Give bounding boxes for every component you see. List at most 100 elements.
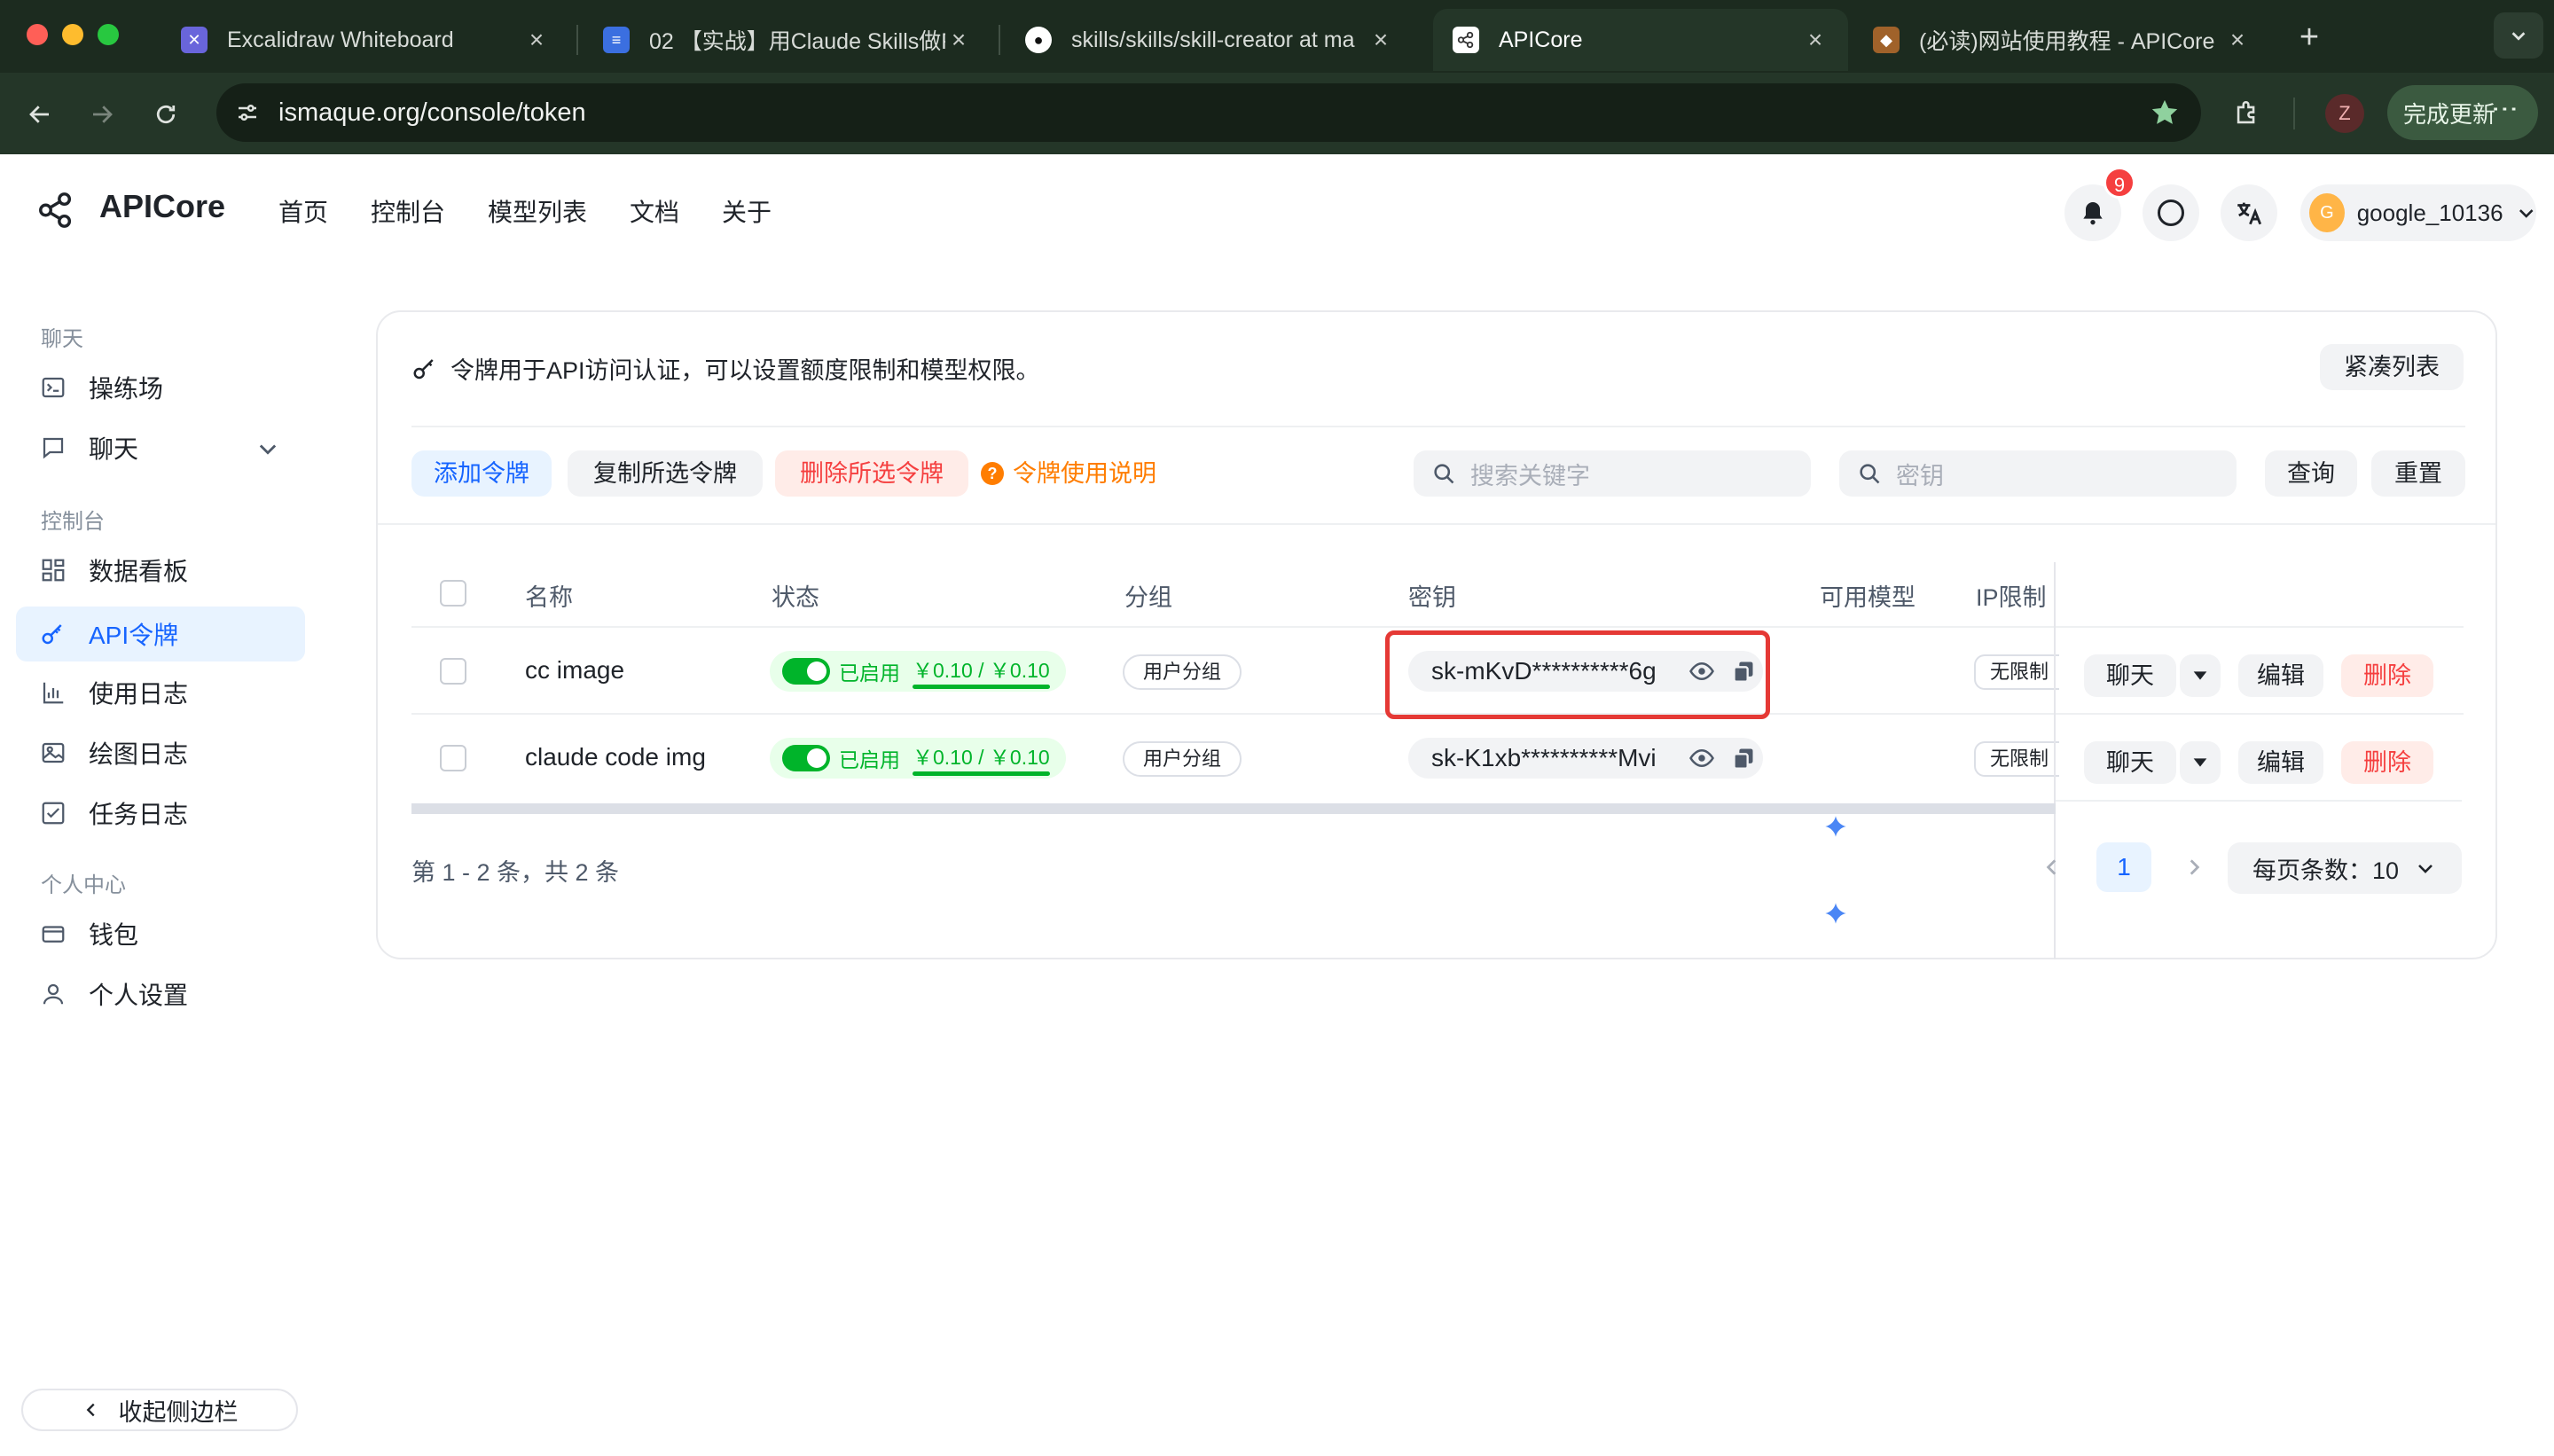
sidebar-item-playground[interactable]: 操练场 bbox=[16, 360, 305, 415]
add-token-button[interactable]: 添加令牌 bbox=[411, 450, 552, 497]
sidebar-item-chat[interactable]: 聊天 bbox=[16, 420, 305, 475]
column-header-status[interactable]: 状态 bbox=[772, 578, 819, 613]
sidebar-item-usage-logs[interactable]: 使用日志 bbox=[16, 665, 305, 720]
sidebar-item-wallet[interactable]: 钱包 bbox=[16, 906, 305, 961]
maximize-window-button[interactable] bbox=[98, 24, 119, 45]
chat-dropdown-button[interactable] bbox=[2180, 654, 2221, 697]
keyword-search-input[interactable]: 搜索关键字 bbox=[1414, 450, 1811, 497]
tab-search-button[interactable] bbox=[2494, 12, 2543, 59]
next-page-button[interactable] bbox=[2178, 851, 2210, 883]
chat-dropdown-button[interactable] bbox=[2180, 741, 2221, 784]
copy-selected-button[interactable]: 复制所选令牌 bbox=[568, 450, 763, 497]
site-info-icon[interactable] bbox=[234, 99, 261, 126]
minimize-window-button[interactable] bbox=[62, 24, 83, 45]
tab-separator bbox=[999, 25, 1000, 55]
key-search-input[interactable]: 密钥 bbox=[1839, 450, 2237, 497]
sidebar-item-settings[interactable]: 个人设置 bbox=[16, 967, 305, 1022]
delete-button[interactable]: 删除 bbox=[2341, 654, 2433, 697]
enable-toggle[interactable] bbox=[782, 658, 830, 685]
close-window-button[interactable] bbox=[27, 24, 48, 45]
bookmark-star-icon[interactable] bbox=[2150, 98, 2180, 128]
sidebar-group-label: 聊天 bbox=[41, 327, 83, 351]
edit-button[interactable]: 编辑 bbox=[2238, 654, 2323, 697]
nav-console[interactable]: 控制台 bbox=[371, 193, 445, 229]
page-size-select[interactable]: 每页条数：10 bbox=[2228, 842, 2462, 894]
extensions-button[interactable] bbox=[2224, 90, 2270, 137]
gemini-model-icon[interactable] bbox=[1823, 814, 1848, 839]
status-text: 已启用 bbox=[839, 661, 900, 685]
chevron-down-icon bbox=[2418, 865, 2433, 873]
new-tab-button[interactable]: + bbox=[2286, 14, 2332, 60]
enable-toggle[interactable] bbox=[782, 745, 830, 771]
copy-icon[interactable] bbox=[1731, 746, 1756, 771]
nav-docs[interactable]: 文档 bbox=[630, 193, 679, 229]
row-checkbox[interactable] bbox=[440, 745, 466, 771]
gemini-model-icon[interactable] bbox=[1823, 901, 1848, 926]
query-button[interactable]: 查询 bbox=[2265, 450, 2357, 497]
language-button[interactable] bbox=[2221, 184, 2277, 241]
api-key-field[interactable]: sk-K1xb**********Mvi bbox=[1408, 738, 1763, 779]
nav-about[interactable]: 关于 bbox=[722, 193, 772, 229]
quota-progress: ￥0.10 / ￥0.10 bbox=[913, 740, 1050, 776]
table-horizontal-scrollbar[interactable] bbox=[411, 803, 2056, 814]
delete-selected-button[interactable]: 删除所选令牌 bbox=[775, 450, 968, 497]
browser-tab-bar: ✕ Excalidraw Whiteboard × ≡ 02 【实战】用Clau… bbox=[0, 0, 2554, 73]
update-button[interactable]: 完成更新 ⋮ bbox=[2387, 85, 2538, 140]
browser-tab[interactable]: ≡ 02 【实战】用Claude Skills做F × bbox=[584, 9, 991, 71]
chevron-down-icon[interactable] bbox=[255, 436, 280, 461]
user-avatar: G bbox=[2309, 193, 2345, 232]
prev-page-button[interactable] bbox=[2036, 851, 2068, 883]
column-header-ip[interactable]: IP限制 bbox=[1976, 578, 2047, 613]
reset-button[interactable]: 重置 bbox=[2371, 450, 2465, 497]
chat-button[interactable]: 聊天 bbox=[2084, 654, 2176, 697]
doc-icon: ≡ bbox=[603, 27, 630, 53]
column-header-group[interactable]: 分组 bbox=[1124, 578, 1172, 613]
profile-avatar[interactable]: Z bbox=[2325, 94, 2364, 133]
close-tab-icon[interactable]: × bbox=[1367, 26, 1394, 54]
sidebar-item-api-tokens[interactable]: API令牌 bbox=[16, 607, 305, 661]
help-label: 令牌使用说明 bbox=[1013, 460, 1156, 487]
row-checkbox[interactable] bbox=[440, 658, 466, 685]
sidebar-item-drawing-logs[interactable]: 绘图日志 bbox=[16, 725, 305, 780]
caret-down-icon bbox=[2193, 758, 2207, 767]
delete-button[interactable]: 删除 bbox=[2341, 741, 2433, 784]
page-1-button[interactable]: 1 bbox=[2096, 842, 2151, 892]
sidebar-item-task-logs[interactable]: 任务日志 bbox=[16, 786, 305, 841]
compact-list-button[interactable]: 紧凑列表 bbox=[2320, 344, 2464, 390]
chat-button[interactable]: 聊天 bbox=[2084, 741, 2176, 784]
brand-name[interactable]: APICore bbox=[99, 188, 225, 225]
theme-toggle-button[interactable] bbox=[2143, 184, 2199, 241]
logo-icon[interactable] bbox=[35, 190, 76, 231]
browser-tab[interactable]: ✕ Excalidraw Whiteboard × bbox=[161, 9, 569, 71]
nav-home[interactable]: 首页 bbox=[278, 193, 328, 229]
more-icon[interactable]: ⋮ bbox=[2489, 96, 2520, 122]
eye-icon[interactable] bbox=[1688, 745, 1715, 771]
close-tab-icon[interactable]: × bbox=[945, 26, 972, 54]
back-button[interactable] bbox=[18, 92, 62, 137]
sidebar-item-label: 钱包 bbox=[89, 921, 139, 949]
token-help-link[interactable]: ? 令牌使用说明 bbox=[981, 450, 1156, 497]
reload-button[interactable] bbox=[144, 92, 188, 137]
quota-progress: ￥0.10 / ￥0.10 bbox=[913, 654, 1050, 689]
column-header-models[interactable]: 可用模型 bbox=[1820, 578, 1916, 613]
address-bar[interactable]: ismaque.org/console/token bbox=[216, 83, 2201, 142]
browser-tab[interactable]: ◆ (必读)网站使用教程 - APICore × bbox=[1853, 9, 2270, 71]
user-menu[interactable]: G google_10136 bbox=[2300, 184, 2536, 241]
nav-models[interactable]: 模型列表 bbox=[488, 193, 587, 229]
browser-tab[interactable]: ● skills/skills/skill-creator at ma × bbox=[1006, 9, 1414, 71]
close-tab-icon[interactable]: × bbox=[523, 26, 550, 54]
browser-tab-active[interactable]: APICore × bbox=[1433, 9, 1848, 71]
select-all-checkbox[interactable] bbox=[440, 580, 466, 607]
sidebar-item-dashboard[interactable]: 数据看板 bbox=[16, 543, 305, 598]
token-name: claude code img bbox=[525, 743, 706, 771]
column-header-key[interactable]: 密钥 bbox=[1408, 578, 1456, 613]
close-tab-icon[interactable]: × bbox=[2224, 26, 2251, 54]
edit-button[interactable]: 编辑 bbox=[2238, 741, 2323, 784]
close-tab-icon[interactable]: × bbox=[1802, 26, 1829, 54]
column-header-name[interactable]: 名称 bbox=[525, 578, 573, 613]
forward-button[interactable] bbox=[80, 92, 124, 137]
collapse-sidebar-button[interactable]: 收起侧边栏 bbox=[21, 1389, 298, 1431]
image-icon bbox=[39, 739, 67, 767]
tab-title: skills/skills/skill-creator at ma bbox=[1071, 27, 1355, 52]
url-text[interactable]: ismaque.org/console/token bbox=[278, 83, 586, 142]
